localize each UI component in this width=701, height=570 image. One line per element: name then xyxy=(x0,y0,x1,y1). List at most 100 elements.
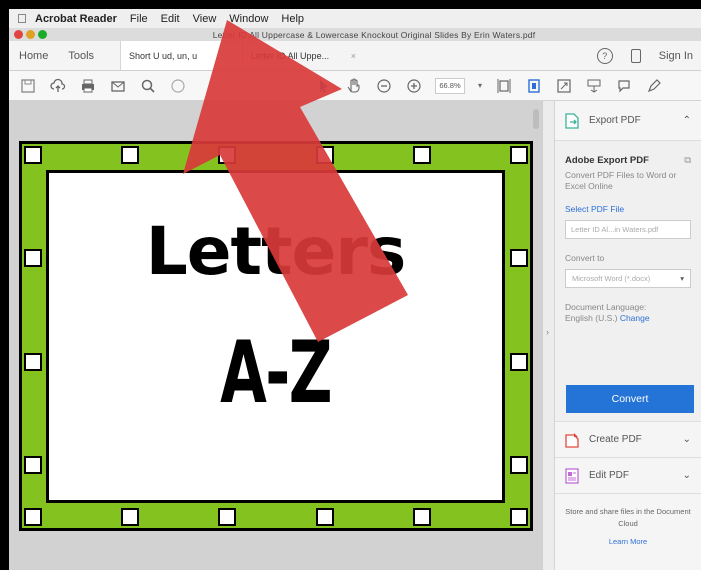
border-square xyxy=(218,508,237,526)
tab-document-1-label: Short U ud, un, u xyxy=(129,50,198,61)
comment-icon[interactable] xyxy=(615,77,633,95)
change-language-link[interactable]: Change xyxy=(620,313,650,323)
mac-menubar:  Acrobat Reader File Edit View Window H… xyxy=(9,9,701,28)
border-square xyxy=(510,508,528,526)
slide-subheading: A-Z xyxy=(220,323,332,423)
export-pdf-section: Adobe Export PDF ⧉ Convert PDF Files to … xyxy=(555,141,701,422)
document-viewer[interactable]: Letters A-Z xyxy=(9,101,542,570)
slide-heading: Letters xyxy=(145,213,407,290)
language-value: English (U.S.) xyxy=(565,313,618,323)
pen-icon[interactable] xyxy=(645,77,663,95)
border-square xyxy=(121,508,140,526)
apple-icon[interactable]:  xyxy=(17,11,35,26)
zoom-level-field[interactable]: 66.8% xyxy=(435,77,465,94)
format-select-value: Microsoft Word (*.docx) xyxy=(572,274,651,283)
language-block: Document Language: English (U.S.) Change xyxy=(565,302,691,324)
sign-in-link[interactable]: Sign In xyxy=(659,50,693,62)
collapse-chevron-icon[interactable]: ⌃ xyxy=(683,115,691,126)
create-pdf-row[interactable]: Create PDF ⌄ xyxy=(555,422,701,458)
scroll-mode-icon[interactable] xyxy=(525,77,543,95)
export-heading: Adobe Export PDF xyxy=(565,155,649,166)
tab-document-2[interactable]: Letter ID All Uppe... × xyxy=(242,41,364,70)
chevron-down-icon-2[interactable]: ⌄ xyxy=(683,470,691,481)
border-square xyxy=(412,146,431,164)
export-pdf-row[interactable]: Export PDF ⌃ xyxy=(555,101,701,141)
select-pdf-file-link[interactable]: Select PDF File xyxy=(565,204,691,214)
tab-document-2-label: Letter ID All Uppe... xyxy=(251,50,330,61)
panel-collapse-strip[interactable]: › xyxy=(542,101,554,570)
email-icon[interactable] xyxy=(109,77,127,95)
fit-page-icon[interactable] xyxy=(495,77,513,95)
print-icon[interactable] xyxy=(79,77,97,95)
learn-more-link[interactable]: Learn More xyxy=(563,536,693,548)
border-square xyxy=(24,249,42,268)
save-icon[interactable] xyxy=(19,77,37,95)
close-tab-icon[interactable]: × xyxy=(351,51,356,61)
full-screen-icon[interactable] xyxy=(555,77,573,95)
border-square xyxy=(510,146,528,164)
zoom-in-icon[interactable] xyxy=(405,77,423,95)
tab-tools[interactable]: Tools xyxy=(58,41,104,70)
search-icon[interactable] xyxy=(139,77,157,95)
read-mode-icon[interactable] xyxy=(585,77,603,95)
close-window-button[interactable] xyxy=(14,30,23,39)
menu-window[interactable]: Window xyxy=(229,13,268,25)
minimize-window-button[interactable] xyxy=(26,30,35,39)
tab-bar-spacer xyxy=(364,41,597,70)
help-icon[interactable]: ? xyxy=(596,47,613,64)
main-toolbar: 66.8% ▾ xyxy=(9,71,701,101)
menu-edit[interactable]: Edit xyxy=(161,13,180,25)
slide-content-area: Letters A-Z xyxy=(46,170,505,503)
pdf-slide: Letters A-Z xyxy=(19,141,533,531)
border-square xyxy=(412,508,431,526)
format-select[interactable]: Microsoft Word (*.docx) ▾ xyxy=(565,269,691,288)
mobile-link-icon[interactable] xyxy=(630,48,641,63)
tab-bar-right: ? Sign In xyxy=(596,41,701,70)
vertical-scrollbar[interactable] xyxy=(533,109,539,129)
hand-tool-icon[interactable] xyxy=(345,77,363,95)
menu-app-name[interactable]: Acrobat Reader xyxy=(35,13,117,25)
chevron-down-icon[interactable]: ⌄ xyxy=(683,434,691,445)
zoom-out-icon[interactable] xyxy=(375,77,393,95)
zoom-dropdown-icon[interactable]: ▾ xyxy=(477,77,483,95)
language-row: English (U.S.) Change xyxy=(565,313,691,324)
copy-icon[interactable]: ⧉ xyxy=(684,155,691,166)
menu-help[interactable]: Help xyxy=(281,13,304,25)
border-square xyxy=(24,508,42,526)
expand-panel-icon[interactable]: › xyxy=(546,327,549,337)
border-square xyxy=(24,456,42,475)
border-square xyxy=(510,249,528,268)
export-pdf-icon xyxy=(565,112,579,129)
export-pdf-label: Export PDF xyxy=(589,115,641,126)
edit-pdf-row[interactable]: Edit PDF ⌄ xyxy=(555,458,701,494)
create-pdf-icon xyxy=(565,432,579,448)
tab-home[interactable]: Home xyxy=(9,41,58,70)
window-title: Letter ID All Uppercase & Lowercase Knoc… xyxy=(212,29,536,40)
upload-cloud-icon[interactable] xyxy=(49,77,67,95)
acrobat-window:  Acrobat Reader File Edit View Window H… xyxy=(9,9,701,570)
border-square xyxy=(510,352,528,371)
select-cursor-icon[interactable] xyxy=(315,77,333,95)
right-tools-panel: Export PDF ⌃ Adobe Export PDF ⧉ Convert … xyxy=(554,101,701,570)
tab-document-1[interactable]: Short U ud, un, u xyxy=(120,41,243,70)
border-square xyxy=(315,146,334,164)
document-cloud-promo: Store and share files in the Document Cl… xyxy=(555,494,701,548)
border-square xyxy=(121,146,140,164)
border-square xyxy=(24,352,42,371)
edit-pdf-label: Edit PDF xyxy=(589,470,630,481)
menu-file[interactable]: File xyxy=(130,13,148,25)
export-heading-row: Adobe Export PDF ⧉ xyxy=(565,141,691,166)
border-square xyxy=(315,508,334,526)
window-titlebar: Letter ID All Uppercase & Lowercase Knoc… xyxy=(9,28,701,41)
menu-view[interactable]: View xyxy=(193,13,217,25)
convert-button[interactable]: Convert xyxy=(566,385,694,413)
border-square xyxy=(218,146,237,164)
create-pdf-label: Create PDF xyxy=(589,434,642,445)
border-square xyxy=(24,146,42,164)
page-up-icon[interactable] xyxy=(169,77,187,95)
cloud-text: Store and share files in the Document Cl… xyxy=(565,507,691,528)
language-label: Document Language: xyxy=(565,302,647,312)
tab-bar: Home Tools Short U ud, un, u Letter ID A… xyxy=(9,41,701,71)
zoom-window-button[interactable] xyxy=(38,30,47,39)
selected-file-field[interactable]: Letter ID Al...in Waters.pdf xyxy=(565,220,691,239)
